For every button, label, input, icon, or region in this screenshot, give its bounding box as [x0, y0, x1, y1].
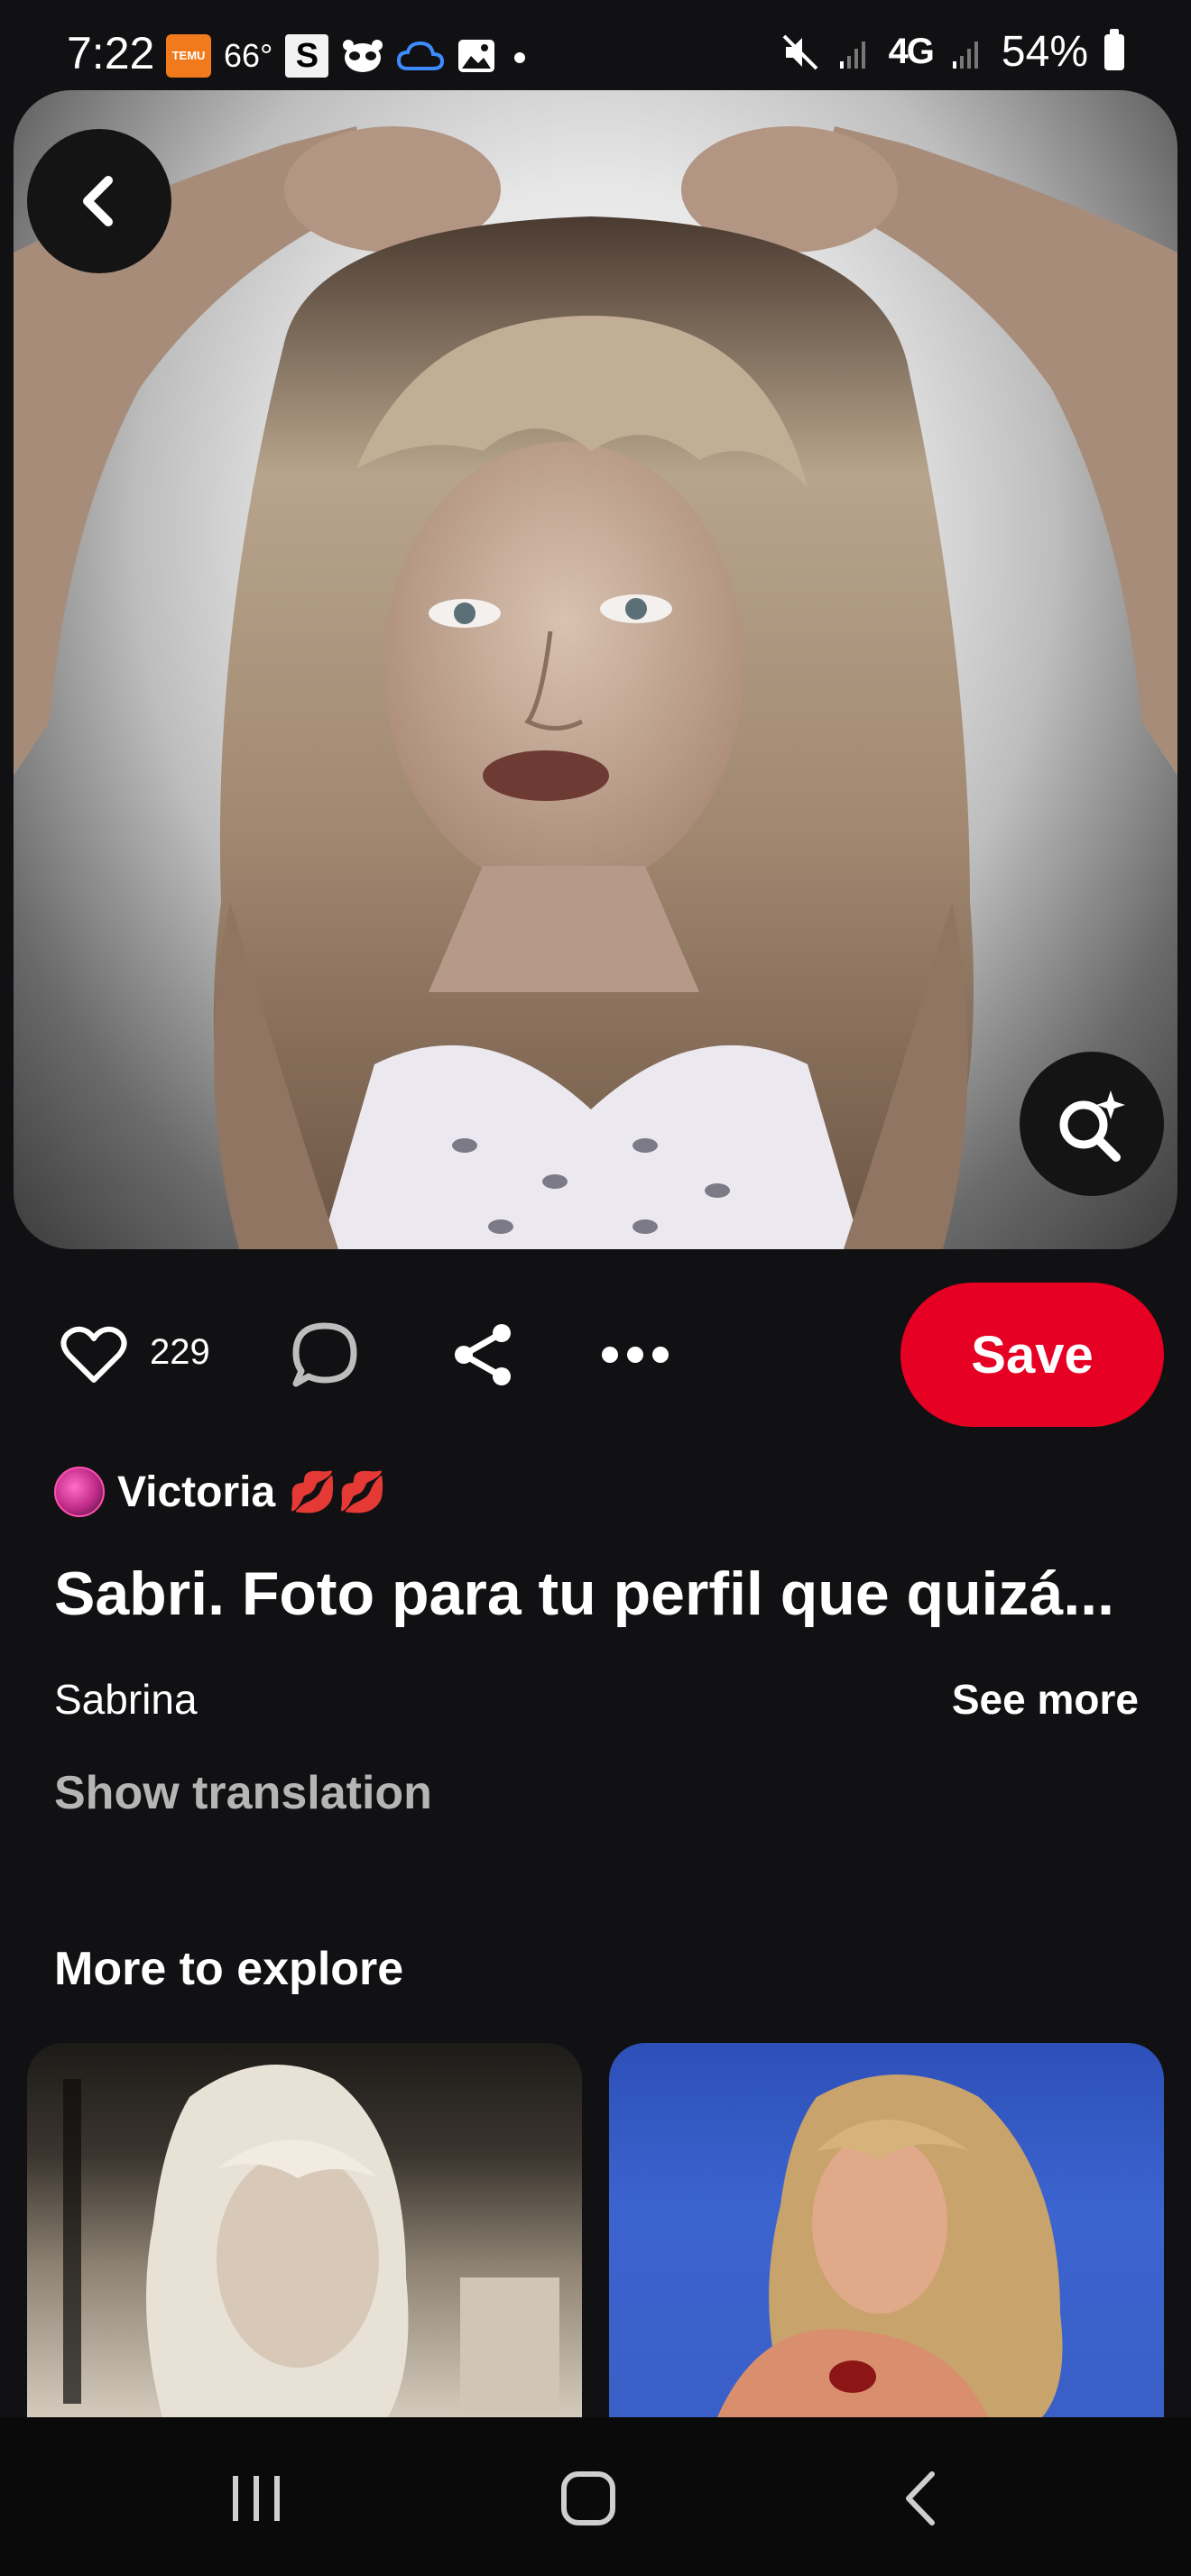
explore-card-1[interactable] — [27, 2043, 582, 2417]
panda-icon — [343, 40, 383, 72]
battery-icon — [1104, 28, 1124, 70]
status-notification-icons: TEMU 66° S — [166, 32, 531, 79]
gallery-icon — [458, 40, 495, 72]
pin-author[interactable]: Victoria 💋💋 — [54, 1467, 387, 1517]
see-more-link[interactable]: See more — [952, 1675, 1139, 1724]
home-button[interactable] — [534, 2444, 642, 2553]
share-button[interactable] — [446, 1317, 522, 1393]
mute-icon — [782, 34, 817, 69]
author-emoji: 💋💋 — [288, 1470, 387, 1514]
lens-search-icon — [1059, 1090, 1125, 1162]
more-options-button[interactable] — [597, 1317, 673, 1393]
like-count: 229 — [150, 1332, 210, 1372]
battery-percent: 54% — [1001, 28, 1088, 76]
dot-icon — [514, 52, 526, 63]
home-icon — [561, 2471, 615, 2525]
visual-search-button[interactable] — [1020, 1052, 1164, 1196]
system-navigation-bar — [0, 2417, 1191, 2576]
cloud-icon — [397, 41, 445, 70]
heart-icon — [60, 1326, 127, 1383]
recent-apps-icon — [233, 2476, 280, 2521]
share-icon — [455, 1324, 511, 1385]
explore-card-2[interactable] — [609, 2043, 1164, 2417]
like-button[interactable] — [56, 1317, 132, 1393]
s-app-icon: S — [285, 34, 329, 78]
save-button[interactable]: Save — [900, 1283, 1164, 1427]
author-name[interactable]: Victoria — [117, 1467, 275, 1517]
comment-icon — [292, 1322, 357, 1387]
pin-image[interactable] — [14, 90, 1177, 1249]
pin-description: Sabrina — [54, 1676, 198, 1723]
back-nav-button[interactable] — [868, 2444, 976, 2553]
more-icon — [602, 1347, 669, 1363]
status-system-icons: 4G 54% — [780, 27, 1124, 77]
chevron-left-icon — [906, 2471, 935, 2525]
recent-apps-button[interactable] — [202, 2444, 310, 2553]
signal-icon-2 — [952, 41, 978, 69]
explore-card-2-image — [717, 2075, 1063, 2417]
back-button[interactable] — [27, 129, 171, 273]
chevron-left-icon — [83, 176, 113, 226]
network-type: 4G — [888, 32, 935, 71]
more-to-explore-heading: More to explore — [54, 1943, 404, 1995]
pin-image-illustration — [14, 126, 1177, 1249]
status-time: 7:22 — [67, 28, 155, 78]
weather-temperature: 66° — [224, 37, 273, 74]
pin-title: Sabri. Foto para tu perfil que quizá... — [54, 1559, 1114, 1628]
comment-button[interactable] — [287, 1317, 363, 1393]
temu-icon: TEMU — [166, 34, 211, 78]
avatar[interactable] — [54, 1467, 105, 1517]
explore-card-1-image — [63, 2065, 559, 2417]
signal-icon — [839, 41, 865, 69]
status-bar: 7:22 TEMU 66° S 4G 54% — [0, 0, 1191, 90]
show-translation-link[interactable]: Show translation — [54, 1766, 432, 1820]
